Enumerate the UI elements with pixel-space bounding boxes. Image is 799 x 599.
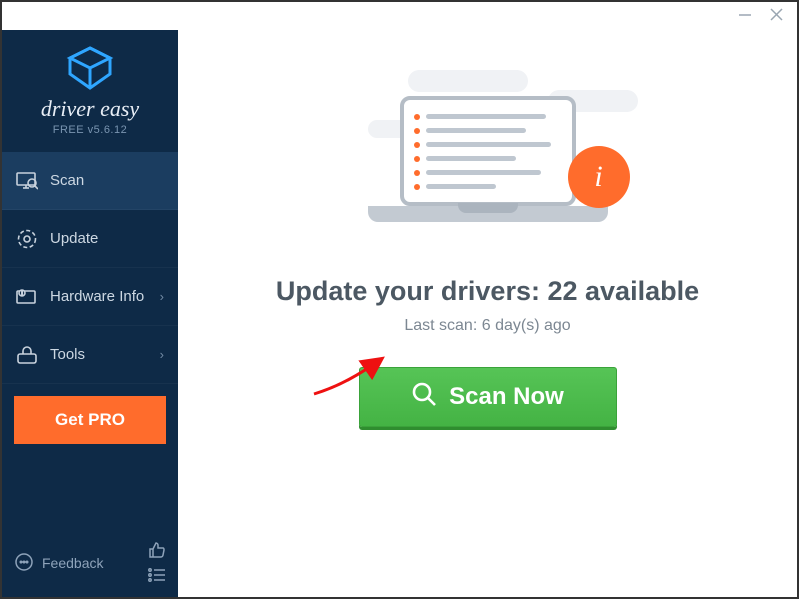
feedback-label: Feedback bbox=[42, 555, 103, 571]
feedback-button[interactable]: Feedback bbox=[14, 552, 103, 575]
scan-icon bbox=[16, 172, 38, 190]
headline-count: 22 bbox=[547, 276, 577, 306]
search-icon bbox=[411, 381, 437, 414]
info-badge-icon: i bbox=[568, 146, 630, 208]
sidebar-item-tools[interactable]: Tools › bbox=[2, 326, 178, 384]
scan-now-button[interactable]: Scan Now bbox=[359, 367, 617, 427]
sidebar-item-hardware-info[interactable]: i Hardware Info › bbox=[2, 268, 178, 326]
last-scan-prefix: Last scan: bbox=[404, 317, 481, 334]
logo-icon bbox=[66, 46, 114, 90]
update-icon bbox=[16, 229, 38, 249]
headline-prefix: Update your drivers: bbox=[276, 276, 548, 306]
get-pro-label: Get PRO bbox=[55, 410, 125, 430]
sidebar-item-label: Tools bbox=[50, 346, 85, 363]
sidebar-item-label: Hardware Info bbox=[50, 288, 144, 305]
scan-now-label: Scan Now bbox=[449, 383, 564, 411]
hardware-info-icon: i bbox=[16, 288, 38, 306]
headline: Update your drivers: 22 available bbox=[276, 276, 699, 307]
svg-text:i: i bbox=[21, 291, 22, 297]
thumbs-up-icon[interactable] bbox=[148, 541, 166, 562]
last-scan-text: Last scan: 6 day(s) ago bbox=[404, 317, 570, 335]
last-scan-value: 6 day(s) ago bbox=[482, 317, 571, 334]
sidebar-item-label: Update bbox=[50, 230, 98, 247]
headline-suffix: available bbox=[578, 276, 700, 306]
tools-icon bbox=[16, 346, 38, 364]
laptop-illustration: i bbox=[368, 90, 608, 250]
minimize-button[interactable] bbox=[738, 8, 752, 25]
brand-version: FREE v5.6.12 bbox=[2, 124, 178, 136]
window-titlebar bbox=[2, 2, 797, 30]
sidebar-item-scan[interactable]: Scan bbox=[2, 152, 178, 210]
feedback-icon bbox=[14, 552, 34, 575]
get-pro-button[interactable]: Get PRO bbox=[14, 396, 166, 444]
main-panel: i Update your drivers: 22 available Last… bbox=[178, 30, 797, 597]
chevron-right-icon: › bbox=[160, 289, 164, 304]
close-button[interactable] bbox=[770, 8, 783, 24]
brand-name: driver easy bbox=[2, 96, 178, 122]
sidebar-item-label: Scan bbox=[50, 172, 84, 189]
sidebar-item-update[interactable]: Update bbox=[2, 210, 178, 268]
sidebar-nav: Scan Update i Hardware Info › bbox=[2, 148, 178, 384]
chevron-right-icon: › bbox=[160, 347, 164, 362]
brand-block: driver easy FREE v5.6.12 bbox=[2, 30, 178, 148]
list-icon[interactable] bbox=[148, 568, 166, 585]
sidebar: driver easy FREE v5.6.12 Scan bbox=[2, 30, 178, 597]
